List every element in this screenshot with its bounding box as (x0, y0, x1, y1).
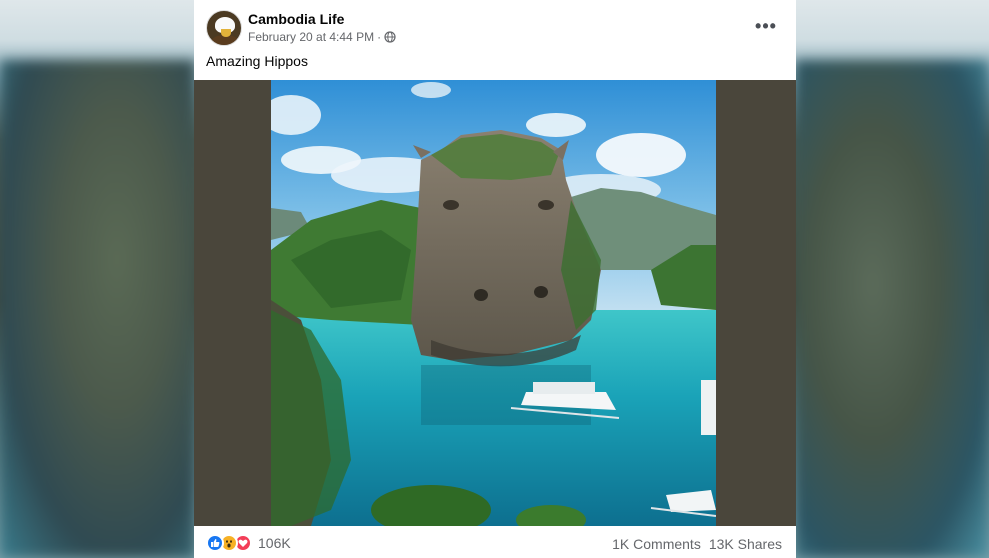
page-name-link[interactable]: Cambodia Life (248, 11, 344, 27)
post-timestamp[interactable]: February 20 at 4:44 PM (248, 30, 374, 44)
post-caption: Amazing Hippos (206, 53, 308, 69)
more-options-button[interactable]: ••• (750, 14, 782, 38)
like-reaction-icon (206, 534, 224, 552)
heart-icon (238, 539, 248, 547)
thumbs-up-icon (211, 539, 220, 547)
meta-separator: · (377, 30, 382, 44)
post-footer: 106K 1K Comments 13K Shares (194, 526, 796, 558)
avatar-eagle-beak (221, 29, 231, 37)
post-photo[interactable] (271, 80, 716, 526)
post-meta: February 20 at 4:44 PM · (248, 30, 396, 44)
reactions-summary[interactable]: 106K (206, 534, 291, 552)
wow-face-icon (226, 540, 232, 548)
blurred-background-right (795, 60, 989, 558)
post-header: Cambodia Life February 20 at 4:44 PM · •… (194, 0, 796, 80)
page-avatar[interactable] (206, 10, 242, 46)
post-card: Cambodia Life February 20 at 4:44 PM · •… (194, 0, 796, 558)
hippo-island-illustration (271, 80, 716, 526)
globe-icon[interactable] (384, 31, 396, 43)
post-stats: 1K Comments 13K Shares (612, 536, 782, 552)
photo-frame (194, 80, 796, 526)
shares-count-link[interactable]: 13K Shares (709, 536, 782, 552)
reaction-count[interactable]: 106K (258, 535, 291, 551)
comments-count-link[interactable]: 1K Comments (612, 536, 701, 552)
blurred-background-left (0, 60, 195, 558)
